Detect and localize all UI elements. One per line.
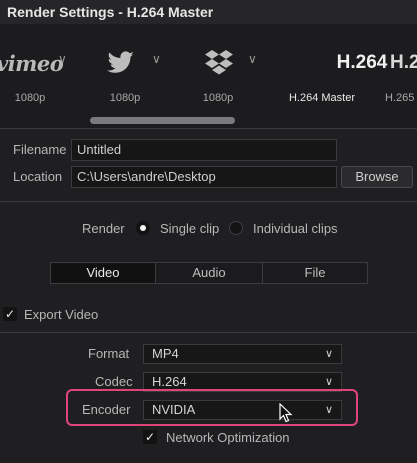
preset-twitter[interactable]: ∨ 1080p — [92, 24, 162, 124]
individual-clips-radio[interactable] — [229, 221, 243, 235]
tab-video[interactable]: Video — [51, 263, 155, 283]
twitter-bird-icon — [107, 51, 134, 73]
render-label: Render — [82, 221, 125, 236]
preset-vimeo[interactable]: vimeo ∨ 1080p — [0, 24, 72, 124]
tab-file[interactable]: File — [263, 263, 367, 283]
preset-resolution: 1080p — [14, 92, 46, 104]
chevron-down-icon: ∨ — [324, 348, 333, 360]
individual-clips-label[interactable]: Individual clips — [253, 221, 338, 236]
preset-resolution: 1080p — [109, 92, 141, 104]
preset-h264-master[interactable]: H.264 H.264 Master — [282, 24, 387, 124]
divider — [0, 128, 417, 129]
codec-value: H.264 — [152, 374, 187, 389]
divider — [0, 201, 417, 202]
preset-resolution: H.265 — [385, 92, 415, 104]
settings-tabs: Video Audio File — [50, 262, 368, 284]
preset-resolution: 1080p — [202, 92, 234, 104]
mouse-cursor-icon — [279, 403, 293, 423]
h265-logo-text: H.26 — [390, 52, 417, 73]
export-video-label: Export Video — [24, 307, 99, 322]
preset-strip[interactable]: vimeo ∨ 1080p ∨ 1080p ∨ 1080p H.264 H.26… — [0, 24, 417, 128]
chevron-down-icon[interactable]: ∨ — [248, 52, 257, 66]
network-optimization-label: Network Optimization — [166, 430, 290, 445]
format-value: MP4 — [152, 346, 179, 361]
dropbox-icon — [205, 50, 233, 75]
export-video-checkbox[interactable]: ✓ — [3, 307, 17, 321]
single-clip-radio[interactable] — [136, 221, 150, 235]
chevron-down-icon[interactable]: ∨ — [152, 52, 161, 66]
browse-button[interactable]: Browse — [341, 166, 413, 188]
single-clip-label[interactable]: Single clip — [160, 221, 219, 236]
format-select[interactable]: MP4 ∨ — [143, 344, 342, 364]
preset-dropbox[interactable]: ∨ 1080p — [188, 24, 257, 124]
filename-label: Filename — [13, 142, 67, 157]
location-label: Location — [13, 169, 63, 184]
location-input[interactable]: C:\Users\andre\Desktop — [71, 166, 337, 188]
divider — [0, 332, 417, 333]
encoder-highlight-box — [66, 389, 358, 426]
format-label: Format — [88, 346, 130, 361]
window-title: Render Settings - H.264 Master — [0, 0, 417, 24]
tab-audio[interactable]: Audio — [156, 263, 262, 283]
network-optimization-checkbox[interactable]: ✓ — [143, 430, 157, 444]
filename-input[interactable]: Untitled — [71, 139, 337, 161]
codec-label: Codec — [95, 374, 133, 389]
preset-resolution: H.264 Master — [288, 92, 356, 104]
vimeo-logo-icon: vimeo — [0, 51, 64, 76]
preset-h265[interactable]: H.26 H.265 — [385, 24, 417, 124]
chevron-down-icon[interactable]: ∨ — [58, 52, 67, 66]
preset-scrollbar[interactable] — [90, 117, 235, 124]
